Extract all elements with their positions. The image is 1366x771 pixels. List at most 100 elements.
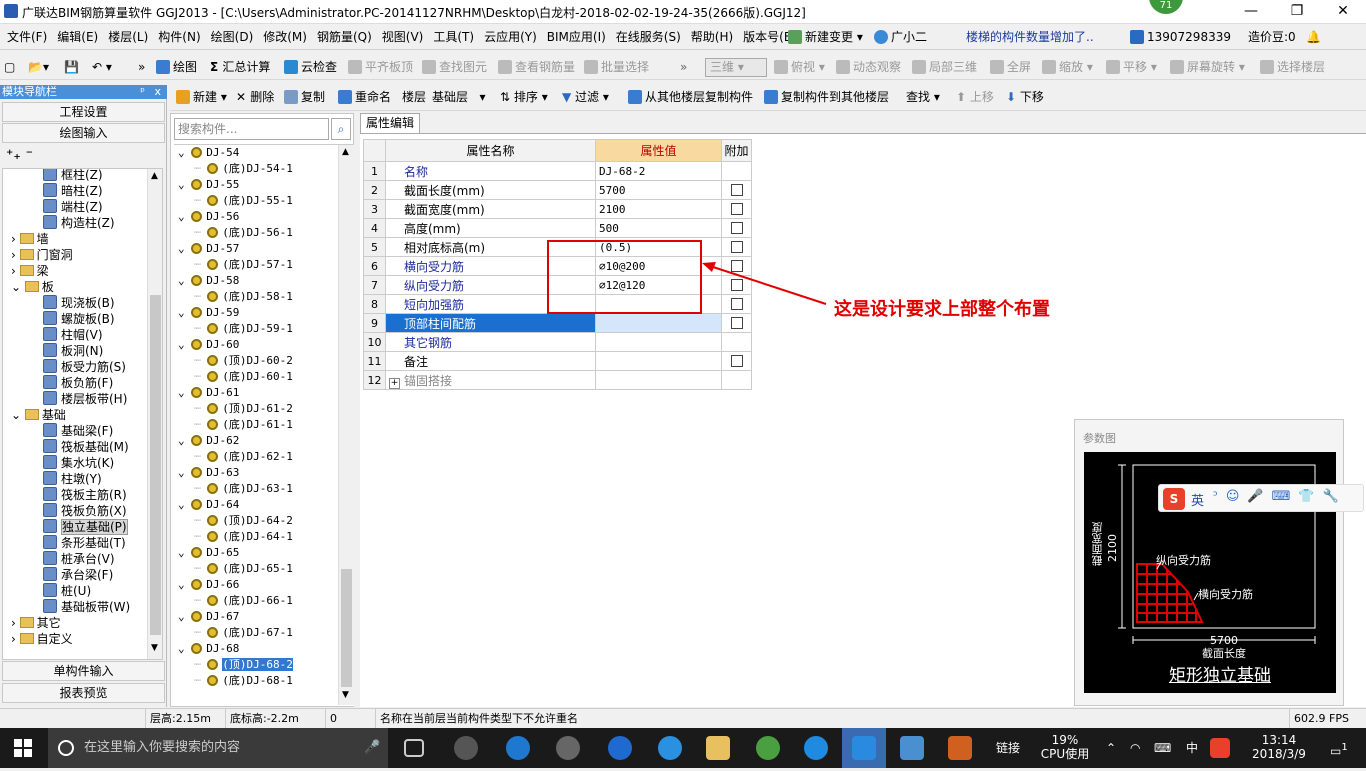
menu-item-1[interactable]: 编辑(E) — [52, 24, 103, 50]
menu-item-11[interactable]: 在线服务(S) — [611, 24, 686, 50]
collapse-toggle-icon[interactable]: ⌄ — [178, 498, 191, 511]
list-scroll-up-icon[interactable]: ▲ — [342, 147, 349, 157]
menu-item-6[interactable]: 钢筋量(Q) — [312, 24, 377, 50]
sort-button[interactable]: ⇅ 排序 ▾ — [500, 85, 548, 110]
move-down-button[interactable]: ⬇ 下移 — [1006, 85, 1044, 110]
collapse-toggle-icon[interactable]: ⌄ — [178, 578, 191, 591]
minimize-button[interactable]: — — [1228, 0, 1274, 24]
collapse-toggle-icon[interactable]: ⌄ — [178, 642, 191, 655]
component-list-item[interactable]: ┈ (底)DJ-56-1 — [194, 225, 293, 241]
expand-all-icon[interactable]: ⁺₊ ⁻ — [6, 147, 33, 163]
component-list-item[interactable]: ⌄ DJ-59 — [178, 305, 239, 321]
list-scrollbar[interactable]: ▲ ▼ — [338, 145, 354, 705]
sogou-browser-icon[interactable] — [804, 736, 828, 760]
ime-tool-icon[interactable]: 🎤 — [1247, 489, 1263, 504]
price-bean[interactable]: 造价豆:0 — [1248, 24, 1296, 50]
component-list-item[interactable]: ┈ (底)DJ-66-1 — [194, 593, 293, 609]
nav-tree-item[interactable]: 桩(U) — [43, 583, 91, 599]
property-value-field[interactable] — [595, 332, 722, 352]
drawing-input-button[interactable]: 绘图输入 — [2, 123, 165, 143]
report-preview-button[interactable]: 报表预览 — [2, 683, 165, 703]
component-list-item[interactable]: ┈ (底)DJ-58-1 — [194, 289, 293, 305]
nav-tree-item[interactable]: 板洞(N) — [43, 343, 103, 359]
nav-tree-item[interactable]: 柱帽(V) — [43, 327, 103, 343]
screenshot-app-icon[interactable] — [900, 736, 924, 760]
component-list-item[interactable]: ⌄ DJ-60 — [178, 337, 239, 353]
component-list-item[interactable]: ⌄ DJ-55 — [178, 177, 239, 193]
delete-button[interactable]: ✕ 删除 — [236, 85, 274, 110]
restore-button[interactable]: ❐ — [1274, 0, 1320, 24]
component-list-item[interactable]: ┈ (底)DJ-54-1 — [194, 161, 293, 177]
collapse-toggle-icon[interactable]: ⌄ — [178, 338, 191, 351]
ggj-taskbar-button[interactable] — [842, 728, 886, 768]
copy-to-floor-button[interactable]: 复制构件到其他楼层 — [764, 85, 889, 110]
copy-from-floor-button[interactable]: 从其他楼层复制构件 — [628, 85, 753, 110]
top-view-button[interactable]: 俯视 ▾ — [774, 55, 825, 80]
nav-tree-item[interactable]: 筏板基础(M) — [43, 439, 129, 455]
extra-checkbox[interactable] — [730, 203, 743, 215]
find-button[interactable]: 查找 ▾ — [906, 85, 940, 110]
collapse-toggle-icon[interactable]: ⌄ — [178, 466, 191, 479]
property-value-field[interactable]: 5700 — [595, 180, 722, 200]
expand-toggle-icon[interactable]: › — [11, 264, 20, 278]
collapse-toggle-icon[interactable]: ⌄ — [178, 210, 191, 223]
network-icon[interactable]: ◠ — [1130, 728, 1140, 768]
flush-slab-button[interactable]: 平齐板顶 — [348, 55, 413, 80]
menu-item-3[interactable]: 构件(N) — [153, 24, 205, 50]
spiral-app-icon[interactable] — [556, 736, 580, 760]
property-value-field[interactable]: 500 — [595, 218, 722, 238]
ie-blue-icon[interactable] — [608, 736, 632, 760]
component-list-item[interactable]: ┈ (底)DJ-57-1 — [194, 257, 293, 273]
component-list-item[interactable]: ┈ (顶)DJ-68-2 — [194, 657, 293, 673]
collapse-toggle-icon[interactable]: ⌄ — [178, 434, 191, 447]
save-icon[interactable]: 💾 — [64, 55, 79, 80]
property-name[interactable]: 截面长度(mm) — [385, 180, 596, 200]
nav-tree-item[interactable]: 楼层板带(H) — [43, 391, 127, 407]
ime-indicator[interactable]: 中 — [1186, 728, 1198, 768]
overflow-icon-2[interactable]: » — [680, 55, 687, 80]
rotate-button[interactable]: 屏幕旋转 ▾ — [1170, 55, 1245, 80]
user-account[interactable]: 13907298339 — [1130, 24, 1231, 50]
nav-tree-item[interactable]: 筏板负筋(X) — [43, 503, 127, 519]
nav-tree-item[interactable]: › 梁 — [11, 263, 49, 279]
bell-icon[interactable]: 🔔 — [1306, 24, 1321, 50]
nav-tree-item[interactable]: 板受力筋(S) — [43, 359, 126, 375]
sogou-tray-icon[interactable] — [1210, 738, 1230, 758]
ime-tool-icon[interactable]: ᵓ — [1213, 489, 1218, 504]
component-list-item[interactable]: ⌄ DJ-57 — [178, 241, 239, 257]
nav-tree-item[interactable]: › 门窗洞 — [11, 247, 73, 263]
nav-tree-item[interactable]: 螺旋板(B) — [43, 311, 115, 327]
tray-expand-icon[interactable]: ⌃ — [1106, 728, 1116, 768]
component-list-item[interactable]: ⌄ DJ-68 — [178, 641, 239, 657]
nav-tree-item[interactable]: 独立基础(P) — [43, 519, 128, 535]
collapse-toggle-icon[interactable]: ⌄ — [178, 546, 191, 559]
extra-checkbox[interactable] — [730, 222, 743, 234]
view-mode-select[interactable]: 三维 ▾ — [705, 58, 767, 77]
collapse-toggle-icon[interactable]: ⌄ — [178, 274, 191, 287]
ime-tool-icon[interactable]: ☺ — [1226, 489, 1240, 504]
pan-button[interactable]: 平移 ▾ — [1106, 55, 1157, 80]
ime-tool-icon[interactable]: 🔧 — [1323, 489, 1339, 504]
property-value-field[interactable]: 2100 — [595, 199, 722, 219]
nav-tree-item[interactable]: › 其它 — [11, 615, 61, 631]
expand-toggle-icon[interactable]: › — [11, 616, 20, 630]
property-value-field[interactable] — [595, 351, 722, 371]
sum-button[interactable]: Σ 汇总计算 — [210, 55, 270, 80]
property-name[interactable]: 截面宽度(mm) — [385, 199, 596, 219]
list-scroll-down-icon[interactable]: ▼ — [342, 690, 349, 700]
property-name[interactable]: 高度(mm) — [385, 218, 596, 238]
collapse-toggle-icon[interactable]: ⌄ — [178, 610, 191, 623]
scroll-down-icon[interactable]: ▼ — [151, 643, 158, 653]
taskbar-search-input[interactable]: 在这里输入你要搜索的内容 🎤 — [48, 728, 388, 768]
component-list-item[interactable]: ⌄ DJ-64 — [178, 497, 239, 513]
find-element-button[interactable]: 查找图元 — [422, 55, 487, 80]
nav-tree-item[interactable]: 框柱(Z) — [43, 169, 103, 183]
component-list-item[interactable]: ⌄ DJ-54 — [178, 145, 239, 161]
property-value-field[interactable] — [595, 313, 722, 333]
clock[interactable]: 13:14 2018/3/9 — [1244, 728, 1314, 768]
zoom-button[interactable]: 缩放 ▾ — [1042, 55, 1093, 80]
component-list-item[interactable]: ⌄ DJ-56 — [178, 209, 239, 225]
component-list-item[interactable]: ⌄ DJ-65 — [178, 545, 239, 561]
fullscreen-button[interactable]: 全屏 — [990, 55, 1031, 80]
expand-plus-icon[interactable]: + — [389, 377, 400, 389]
